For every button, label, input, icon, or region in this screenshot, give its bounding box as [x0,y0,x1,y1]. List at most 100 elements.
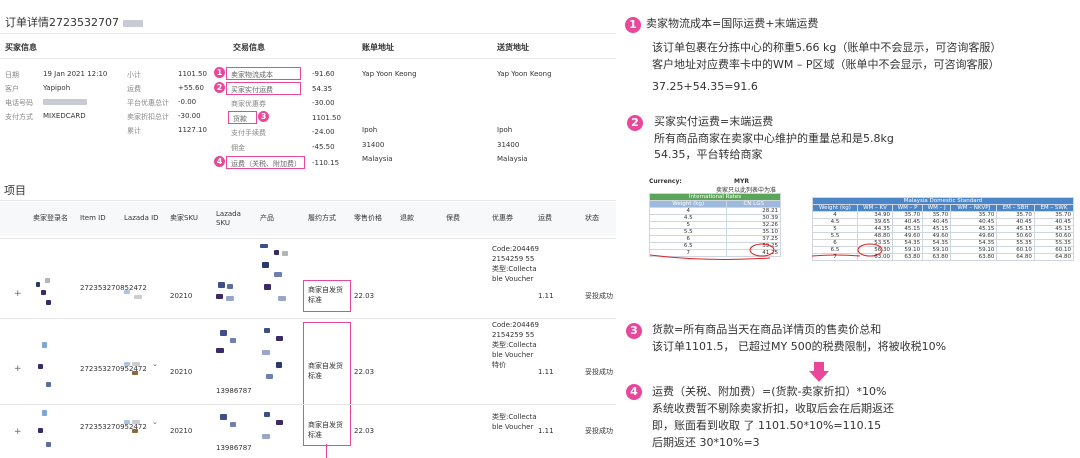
rate-cell: 50.60 [1033,232,1075,240]
rate-cell: 60.10 [1033,246,1075,254]
dom-rate-row: 5.5 48.80 49.60 49.60 49.60 50.60 50.60 [812,232,1075,240]
date-label: 日期 [5,71,19,79]
redacted-lazada-sku [214,410,250,438]
expand-row-button[interactable]: + [14,289,22,299]
weight-cell: 7 [648,249,728,257]
weight-cell: 4.5 [812,218,858,226]
rate-cell: 35.70 [922,211,952,219]
fulfilment-method: 商家自发货标准 [308,421,343,439]
rate-cell: 54.35 [892,239,924,247]
shipping-label: 运费 [127,85,141,93]
dom-header: WM – NKVPJ [950,204,998,212]
customer-label: 客户 [5,85,19,93]
annotation-1-title: 卖家物流成本=国际运费+末端运费 [646,17,819,30]
rate-cell: 60.10 [996,246,1035,254]
annotation-panel: 1 卖家物流成本=国际运费+末端运费 该订单包裹在分拣中心的称重5.66 kg（… [616,0,1080,458]
redacted-seller [36,342,56,396]
payment-fee-value: -24.00 [312,128,335,136]
rate-cell: 45.15 [996,225,1035,233]
platform-discount-value: -0.00 [178,98,197,106]
billing-country: Malaysia [362,155,393,163]
expand-row-button[interactable]: + [14,364,22,374]
rate-cell: 40.45 [892,218,924,226]
product-thumbnail[interactable] [260,328,300,388]
voucher-info: 类型:Collectable Voucher [492,413,537,431]
rate-cell: 63.80 [950,253,998,261]
rate-cell: 49.60 [950,232,998,240]
rate-cell: 59.10 [922,246,952,254]
dom-header: Weight (kg) [812,204,858,212]
annotation-2-title: 买家实付运费=末端运费 [654,115,774,128]
retail-price: 22.03 [354,427,375,435]
duty-fee-label: 运费（关税、附加费） [231,160,301,168]
status-badge: 妥投成功 [585,292,613,300]
total-value: 1127.10 [178,126,207,134]
shipping-zip: 31400 [497,141,520,149]
redacted-lazada-sku [214,276,238,310]
rate-cell: 56.30 [856,246,894,254]
redacted-id [122,19,143,27]
fulfilment-method: 商家自发货标准 [308,362,343,380]
weight-cell: 5.5 [648,228,728,236]
weight-cell: 4 [812,211,858,219]
currency-label: Currency: [649,178,682,185]
goods-payment-label: 货款 [233,115,247,123]
weight-cell: 5 [648,221,728,229]
divider [0,238,616,239]
dom-header: WM – KV [856,204,894,212]
dom-header: WM – P [892,204,924,212]
trade-info-heading: 交易信息 [233,43,265,52]
redacted-lazada-id [124,290,154,300]
order-date: 19 Jan 2021 12:10 [43,70,108,78]
annotation-4-title: 运费（关税、附加费）=(货款-卖家折扣）*10% [652,385,887,398]
annotation-2-line2: 54.35，平台转给商家 [654,148,763,161]
dom-rate-row: 6 53.55 54.35 54.35 54.35 55.35 55.35 [812,239,1075,247]
rate-cell: 59.10 [950,246,998,254]
shipping-name: Yap Yoon Keong [497,70,552,78]
col-lazada-sku: Lazada SKU [216,210,241,227]
dom-rate-row: 4.5 39.65 40.45 40.45 40.45 40.45 40.45 [812,218,1075,226]
col-retail-price: 零售价格 [354,214,382,222]
rate-cell: 45.15 [922,225,952,233]
rate-cell: 53.55 [856,239,894,247]
rate-cell: 50.60 [996,232,1035,240]
annotation-number-2: 2 [627,115,643,131]
col-status: 状态 [585,214,599,222]
intl-cn-header: CN LGS [726,200,781,208]
platform-discount-label: 平台优惠总计 [127,99,169,107]
rate-cell: 40.45 [996,218,1035,226]
annotation-4-line2: 即，账面看到收取 了 1101.50*10%=110.15 [652,419,882,432]
col-shipping: 运费 [538,214,552,222]
redacted-lazada-sku [214,326,250,362]
billing-city: Ipoh [362,126,378,134]
col-refund: 退款 [400,214,414,222]
rate-cell: 35.10 [726,228,781,236]
badge-3: 3 [258,111,269,122]
redacted-seller [36,278,56,306]
col-fulfilment: 履约方式 [308,214,336,222]
divider [0,318,616,319]
seller-voucher-value: -30.00 [312,99,335,107]
seller-logistics-label: 卖家物流成本 [231,71,273,79]
annotation-1-line2: 客户地址对应费率卡中的WM – P区域（账单中不会显示，可咨询客服） [652,58,1000,71]
dom-title: Malaysia Domestic Standard [812,197,1074,205]
dom-rate-row: 7 63.00 63.80 63.80 63.80 64.80 64.80 [812,253,1075,261]
col-product: 产品 [260,214,274,222]
rate-cell: 28.21 [726,207,781,215]
rate-cell: 34.90 [856,211,894,219]
domestic-rate-table: Malaysia Domestic Standard Weight (kg) W… [812,197,1075,261]
weight-cell: 4.5 [648,214,728,222]
expand-row-button[interactable]: + [14,427,22,437]
dom-rate-row: 4 34.90 35.70 35.70 35.70 35.70 35.70 [812,211,1075,219]
badge-2: 2 [214,82,225,93]
rate-cell: 32.26 [726,221,781,229]
product-thumbnail[interactable] [260,410,300,450]
payment-method: MIXEDCARD [43,112,86,120]
product-thumbnail[interactable] [260,244,300,314]
total-label: 累计 [127,127,141,135]
status-badge: 妥投成功 [585,427,613,435]
rate-cell: 55.35 [996,239,1035,247]
col-insurance: 保费 [446,214,460,222]
rate-cell: 41.25 [726,249,781,257]
seller-voucher-label: 商家优惠券 [231,100,266,108]
